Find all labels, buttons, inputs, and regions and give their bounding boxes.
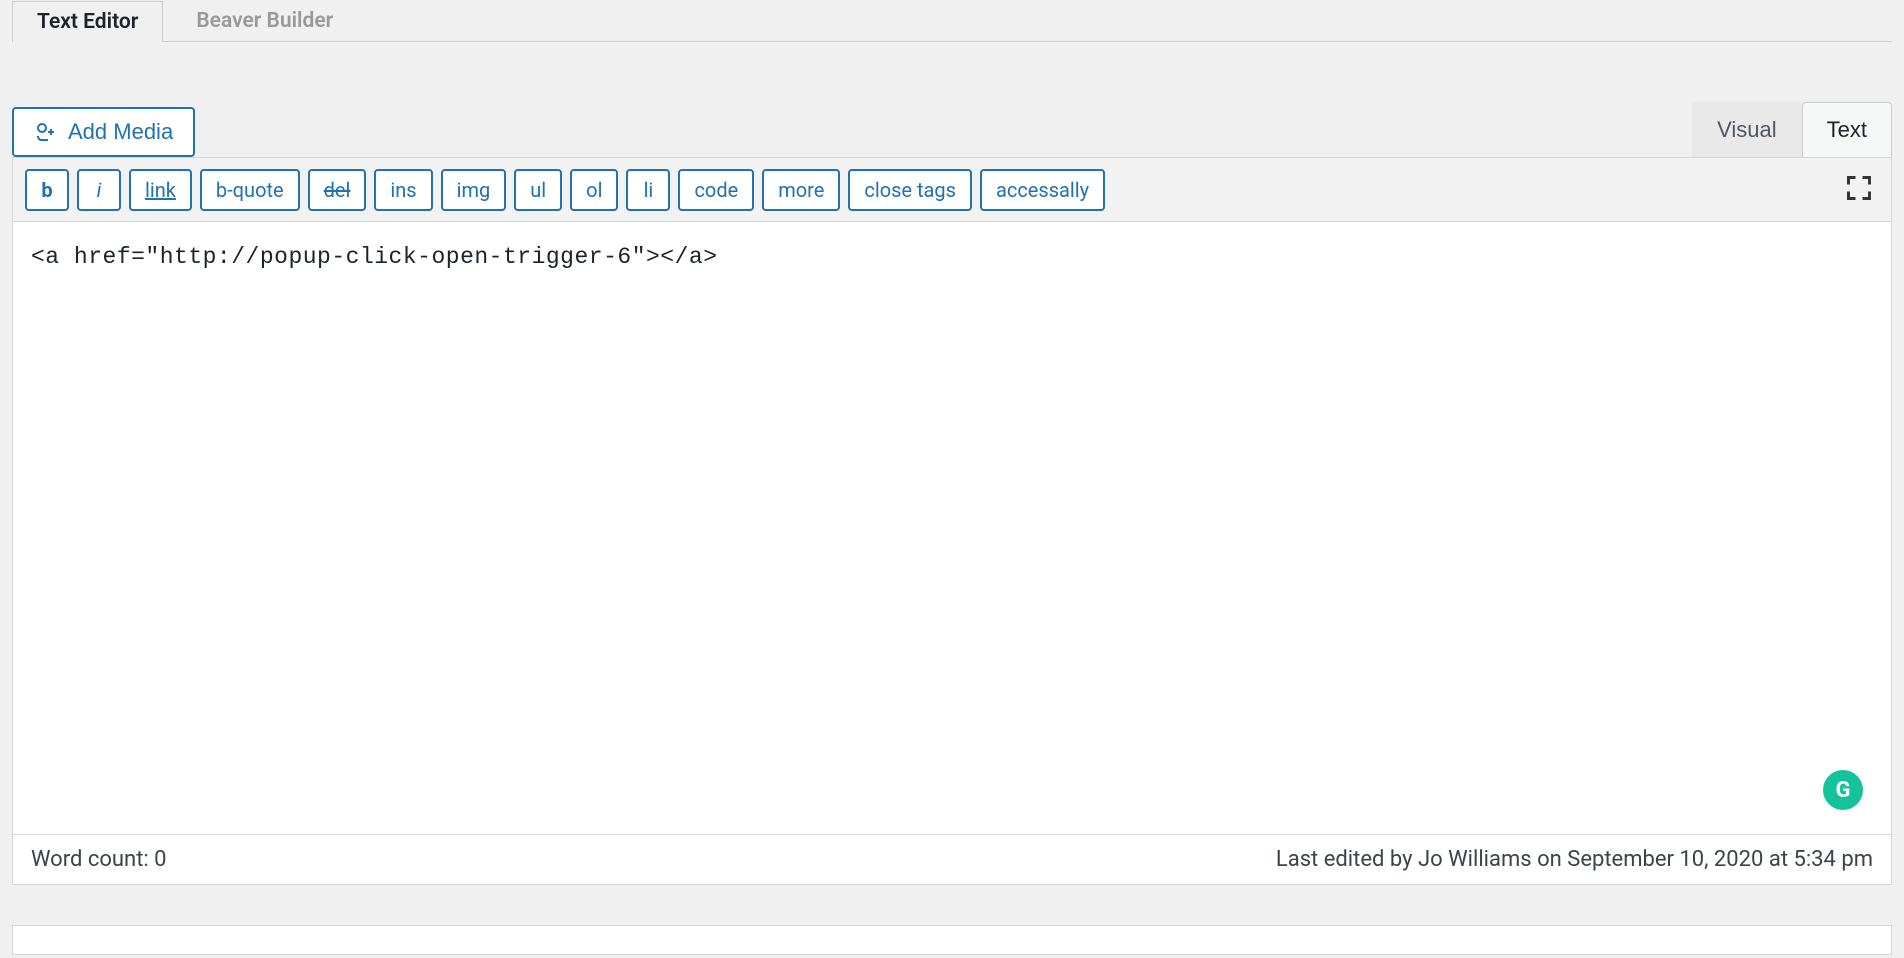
fullscreen-button[interactable] xyxy=(1839,168,1879,211)
toolbar-ol-button[interactable]: ol xyxy=(570,169,618,211)
status-bar: Word count: 0 Last edited by Jo Williams… xyxy=(12,835,1892,885)
grammarly-icon: G xyxy=(1836,778,1851,803)
toolbar-italic-button[interactable]: i xyxy=(77,169,121,211)
editor-top-bar: Add Media Visual Text xyxy=(12,102,1892,157)
add-media-button[interactable]: Add Media xyxy=(12,107,195,157)
grammarly-badge[interactable]: G xyxy=(1823,770,1863,810)
toolbar-buttons: b i link b-quote del ins img ul ol li co… xyxy=(25,169,1105,211)
toolbar-code-button[interactable]: code xyxy=(678,169,754,211)
add-media-label: Add Media xyxy=(68,119,173,145)
fullscreen-icon xyxy=(1845,174,1873,205)
content-textarea[interactable] xyxy=(13,222,1891,830)
tab-beaver-builder[interactable]: Beaver Builder xyxy=(171,0,358,41)
main-tabs: Text Editor Beaver Builder xyxy=(12,0,1892,42)
bottom-panel xyxy=(12,925,1892,955)
toolbar-bold-button[interactable]: b xyxy=(25,169,69,211)
tab-text-editor[interactable]: Text Editor xyxy=(12,1,163,42)
content-area: G xyxy=(12,222,1892,835)
toolbar-ul-button[interactable]: ul xyxy=(514,169,562,211)
last-edited: Last edited by Jo Williams on September … xyxy=(1276,847,1873,872)
toolbar-img-button[interactable]: img xyxy=(441,169,507,211)
media-icon xyxy=(34,120,58,144)
toolbar-ins-button[interactable]: ins xyxy=(374,169,432,211)
toolbar-accessally-button[interactable]: accessally xyxy=(980,169,1105,211)
tab-text[interactable]: Text xyxy=(1802,102,1892,157)
toolbar-li-button[interactable]: li xyxy=(626,169,670,211)
tab-visual[interactable]: Visual xyxy=(1692,102,1802,157)
view-tabs: Visual Text xyxy=(1692,102,1892,157)
toolbar-link-button[interactable]: link xyxy=(129,169,192,211)
word-count: Word count: 0 xyxy=(31,847,167,872)
toolbar-close-tags-button[interactable]: close tags xyxy=(848,169,972,211)
toolbar-del-button[interactable]: del xyxy=(308,169,367,211)
editor-wrapper: Add Media Visual Text b i link b-quote d… xyxy=(12,102,1892,885)
toolbar: b i link b-quote del ins img ul ol li co… xyxy=(12,157,1892,222)
toolbar-more-button[interactable]: more xyxy=(762,169,840,211)
toolbar-bquote-button[interactable]: b-quote xyxy=(200,169,300,211)
